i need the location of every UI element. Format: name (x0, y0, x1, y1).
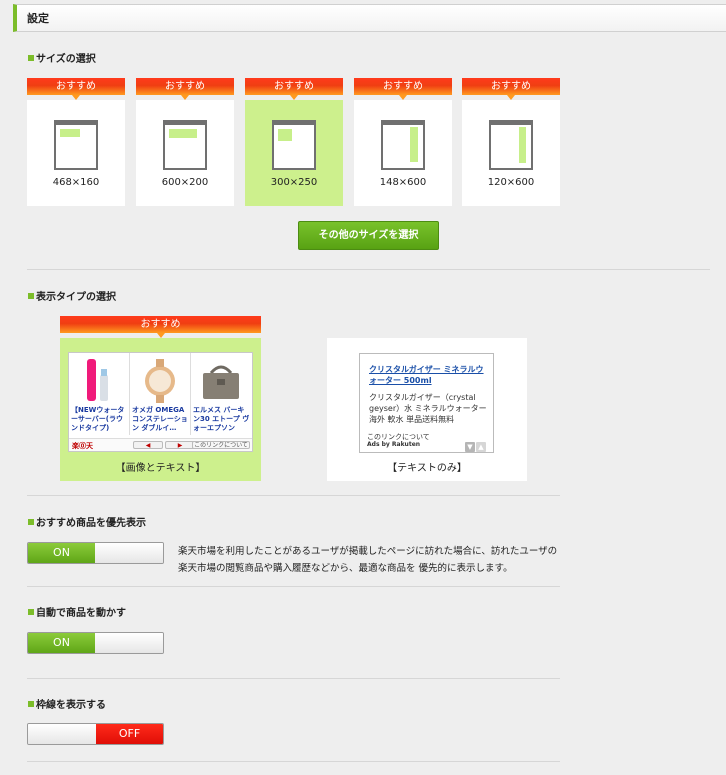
motion-toggle[interactable]: ON (27, 632, 164, 654)
recommend-badge: おすすめ (27, 78, 125, 100)
toggle-off-label: OFF (96, 724, 163, 744)
text-ad-preview: クリスタルガイザー ミネラルウォーター 500ml クリスタルガイザー（crys… (359, 353, 494, 453)
bullet-square-icon (28, 519, 34, 525)
skyscraper-preview-icon (381, 120, 425, 170)
ads-by-label: Ads by Rakuten (367, 441, 421, 448)
bullet-square-icon (28, 55, 34, 61)
settings-header: 設定 (13, 4, 726, 32)
priority-toggle[interactable]: ON (27, 542, 164, 564)
recommend-badge: おすすめ (462, 78, 560, 100)
divider (27, 269, 710, 270)
display-type-image-text[interactable]: おすすめ 【NEWウォーターサーバー(ラウンドタイプ) オメガ OMEGA コン… (60, 316, 261, 481)
ad-item: エルメス バーキン30 エトープ ヴォーエプソン (191, 353, 252, 435)
display-type-section-title: 表示タイプの選択 (28, 288, 116, 303)
divider (27, 586, 560, 587)
recommend-badge: おすすめ (354, 78, 452, 100)
toggle-knob (28, 724, 97, 744)
priority-description: 楽天市場を利用したことがあるユーザが掲載したページに訪れた場合に、訪れたユーザの… (178, 546, 558, 574)
size-label: 148×600 (379, 177, 427, 188)
size-label: 300×250 (270, 177, 318, 188)
text-ad-description: クリスタルガイザー（crystal geyser）水 ミネラルウォーター 海外 … (369, 393, 487, 424)
size-option-468x160[interactable]: おすすめ 468×160 (27, 78, 125, 206)
image-text-ad-preview: 【NEWウォーターサーバー(ラウンドタイプ) オメガ OMEGA コンステレーシ… (68, 352, 253, 452)
size-option-148x600[interactable]: おすすめ 148×600 (354, 78, 452, 206)
toggle-on-label: ON (28, 543, 95, 563)
display-type-label: 【画像とテキスト】 (115, 463, 206, 474)
next-arrow-icon[interactable]: ▶ (165, 441, 195, 449)
bullet-square-icon (28, 609, 34, 615)
size-label: 468×160 (52, 177, 100, 188)
size-label: 600×200 (161, 177, 209, 188)
more-sizes-button[interactable]: その他のサイズを選択 (298, 221, 439, 250)
recommend-badge: おすすめ (60, 316, 261, 338)
bullet-square-icon (28, 701, 34, 707)
watch-image (145, 359, 175, 403)
ad-footer: 楽⓪天 ◀ ▶ このリンクについて (69, 438, 252, 451)
motion-section-title: 自動で商品を動かす (28, 604, 126, 619)
text-ad-title: クリスタルガイザー ミネラルウォーター 500ml (369, 365, 484, 385)
border-toggle[interactable]: OFF (27, 723, 164, 745)
water-server-image (87, 359, 108, 401)
toggle-on-label: ON (28, 633, 95, 653)
ad-item: 【NEWウォーターサーバー(ラウンドタイプ) (69, 353, 130, 435)
chevron-up-icon[interactable]: ▲ (476, 442, 486, 452)
divider (27, 761, 560, 762)
display-type-label: 【テキストのみ】 (387, 463, 467, 474)
handbag-image (203, 365, 239, 399)
size-option-600x200[interactable]: おすすめ 600×200 (136, 78, 234, 206)
display-type-text-only[interactable]: クリスタルガイザー ミネラルウォーター 500ml クリスタルガイザー（crys… (327, 338, 527, 481)
border-section-title: 枠線を表示する (28, 696, 106, 711)
toggle-knob (95, 633, 163, 653)
settings-title: 設定 (27, 12, 49, 25)
about-link-button[interactable]: このリンクについて (192, 441, 250, 449)
size-option-300x250[interactable]: おすすめ 300×250 (245, 78, 343, 206)
bullet-square-icon (28, 293, 34, 299)
rectangle-preview-icon (272, 120, 316, 170)
ad-item: オメガ OMEGA コンステレーション ダブルイ… (130, 353, 191, 435)
rakuten-logo: 楽⓪天 (72, 442, 93, 450)
recommend-badge: おすすめ (245, 78, 343, 100)
prev-arrow-icon[interactable]: ◀ (133, 441, 163, 449)
size-section-title: サイズの選択 (28, 50, 96, 65)
size-option-120x600[interactable]: おすすめ 120×600 (462, 78, 560, 206)
toggle-knob (95, 543, 163, 563)
banner-preview-icon (54, 120, 98, 170)
divider (27, 495, 560, 496)
skyscraper-preview-icon (489, 120, 533, 170)
divider (27, 678, 560, 679)
size-label: 120×600 (487, 177, 535, 188)
priority-section-title: おすすめ商品を優先表示 (28, 514, 146, 529)
recommend-badge: おすすめ (136, 78, 234, 100)
chevron-down-icon[interactable]: ▼ (465, 442, 475, 452)
banner-preview-icon (163, 120, 207, 170)
